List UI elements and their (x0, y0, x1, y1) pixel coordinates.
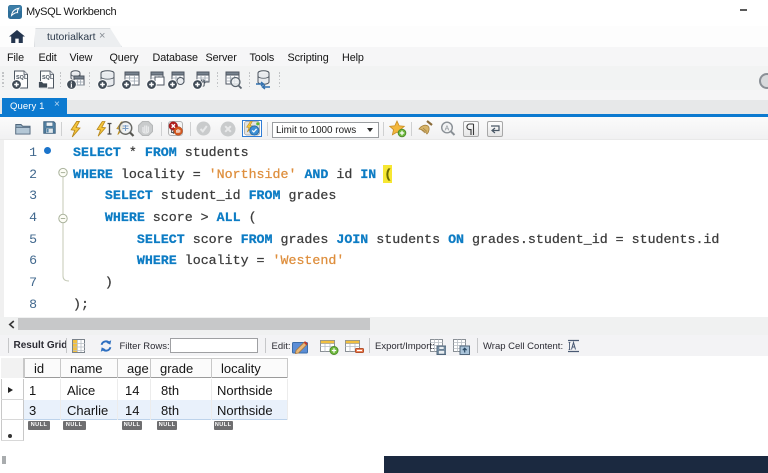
svg-text:A: A (445, 125, 450, 132)
svg-text:SQL: SQL (42, 75, 54, 81)
